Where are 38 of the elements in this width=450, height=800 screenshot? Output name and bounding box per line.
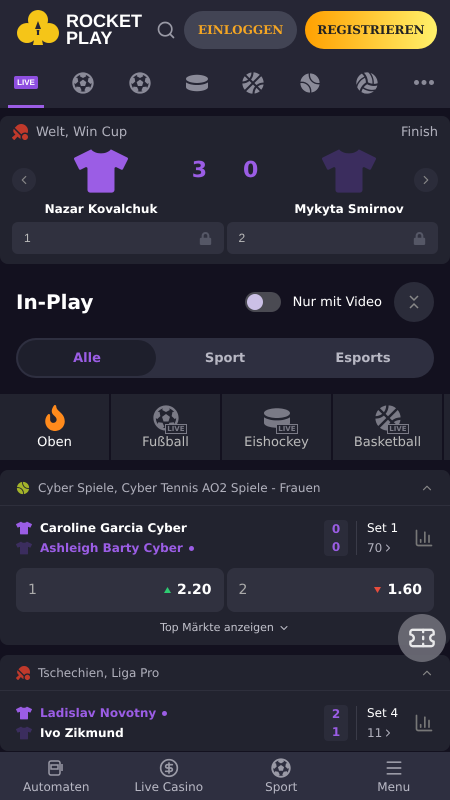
login-button[interactable]: EINLOGGEN: [184, 11, 298, 49]
filter-tab[interactable]: Esports: [294, 340, 432, 376]
player-name: Ashleigh Barty Cyber: [40, 541, 194, 555]
odds-button[interactable]: 2: [226, 222, 438, 254]
section-title: In-Play: [16, 290, 94, 314]
toggle-label: Nur mit Video: [292, 294, 382, 310]
sport-tab[interactable]: LIVE: [8, 60, 44, 108]
nav-item[interactable]: Automaten: [0, 752, 112, 800]
nav-item[interactable]: Menu: [338, 752, 450, 800]
score-panel: 2 1: [324, 705, 348, 741]
nav-item[interactable]: Sport: [225, 752, 338, 800]
period-label: Set 4: [367, 706, 400, 720]
period-label: Set 1: [367, 521, 400, 535]
team-name: Mykyta Smirnov: [294, 202, 404, 216]
category-tile[interactable]: Oben: [0, 394, 109, 460]
filter-tab[interactable]: Alle: [18, 340, 156, 376]
player-name: Ivo Zikmund: [40, 726, 124, 740]
team-name: Nazar Kovalchuk: [44, 202, 158, 216]
filter-tab[interactable]: Sport: [156, 340, 294, 376]
markets-link[interactable]: 11: [367, 726, 406, 740]
score: 3: [192, 158, 207, 182]
odds-button[interactable]: 2 1.60: [226, 568, 434, 612]
league-name: Welt, Win Cup: [36, 124, 128, 140]
markets-link[interactable]: 70: [367, 541, 406, 555]
match-status: Finish: [400, 124, 438, 140]
logo-text: ROCKET PLAY: [66, 13, 142, 47]
score: 0: [243, 158, 258, 182]
live-badge: LIVE: [14, 76, 38, 89]
nav-item[interactable]: Live Casino: [112, 752, 225, 800]
odds-button[interactable]: 1 2.20: [16, 568, 224, 612]
show-markets-button[interactable]: Top Märkte anzeigen: [154, 620, 296, 635]
odds-button[interactable]: 1: [12, 222, 224, 254]
score-panel: 0 0: [324, 520, 348, 556]
league-name: Tschechien, Liga Pro: [38, 666, 160, 680]
player-name: Caroline Garcia Cyber: [40, 521, 187, 535]
register-button[interactable]: REGISTRIEREN: [305, 11, 437, 49]
player-name: Ladislav Novotny: [40, 706, 168, 720]
league-name: Cyber Spiele, Cyber Tennis AO2 Spiele - Frauen: [38, 480, 320, 494]
